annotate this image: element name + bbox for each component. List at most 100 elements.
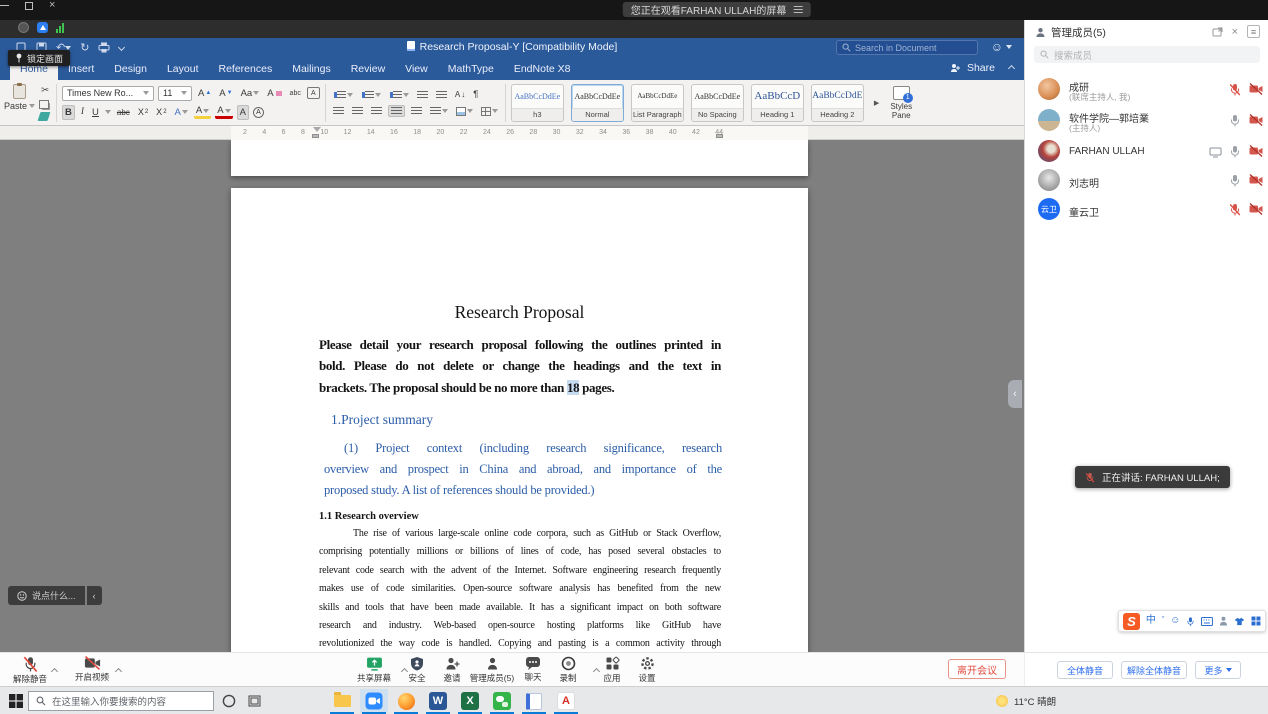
tab-view[interactable]: View [395,59,438,80]
superscript-button[interactable]: X2 [154,106,168,118]
first-line-indent-marker[interactable] [313,127,321,132]
leave-meeting-button[interactable]: 离开会议 [948,659,1006,679]
taskbar-app-tencent-meeting[interactable] [360,689,388,713]
borders-button[interactable] [479,106,500,117]
skin-shirt-icon[interactable] [1234,617,1245,626]
mic-icon[interactable] [1229,114,1241,127]
cut-button[interactable]: ✂ [39,84,51,97]
panel-close-icon[interactable]: × [1232,26,1238,38]
mic-icon[interactable] [1229,145,1241,158]
settings-button[interactable]: 设置 [619,656,675,684]
taskbar-app-file-explorer[interactable] [328,689,356,713]
mic-muted-icon[interactable] [1229,203,1241,216]
member-row[interactable]: 软件学院—郭培業 (主持人) [1025,106,1268,135]
font-size-select[interactable]: 11 [158,86,192,101]
chat-collapse-icon[interactable]: ‹ [87,586,102,605]
taskbar-app-word[interactable]: W [424,689,452,713]
camera-off-icon[interactable] [1249,145,1263,157]
tab-mailings[interactable]: Mailings [282,59,341,80]
camera-off-icon[interactable] [1249,203,1263,215]
input-mode-indicator[interactable]: 中 [1146,616,1156,626]
italic-button[interactable]: I [79,106,86,118]
paste-button[interactable]: Paste [4,84,35,121]
panel-collapse-handle[interactable]: ‹ [1008,380,1022,408]
distribute-button[interactable] [409,106,424,116]
outdent-button[interactable] [415,90,430,100]
doc-search-box[interactable]: Search in Document [836,40,978,55]
page-previous[interactable] [231,140,808,176]
pilcrow-button[interactable]: ¶ [471,88,480,101]
enclose-char-button[interactable]: A [253,107,264,118]
underline-button[interactable]: U [90,106,101,119]
taskbar-app-wechat[interactable] [488,689,516,713]
member-row[interactable]: 刘志明 [1025,166,1268,195]
camera-off-icon[interactable] [1249,83,1263,95]
voice-input-icon[interactable] [1186,616,1195,627]
member-row[interactable]: FARHAN ULLAH [1025,137,1268,166]
mute-all-button[interactable]: 全体静音 [1057,661,1113,679]
watching-banner[interactable]: 您正在观看FARHAN ULLAH的屏幕 [623,2,811,17]
banner-menu-icon[interactable] [793,6,802,13]
align-center-button[interactable] [350,106,365,116]
sort-button[interactable]: A↓ [453,89,467,100]
shading-button[interactable]: A [237,105,249,120]
punctuation-icon[interactable]: ’ [1162,616,1164,626]
highlight-button[interactable]: A [194,106,211,119]
tab-endnote[interactable]: EndNote X8 [504,59,581,80]
style-normal[interactable]: AaBbCcDdEeNormal [571,84,624,122]
share-button[interactable]: Share [967,62,995,74]
camera-off-icon[interactable] [1249,114,1263,126]
panel-menu-icon[interactable]: ≡ [1247,25,1260,38]
format-painter-icon[interactable] [38,112,51,121]
start-video-button[interactable]: 开启视频 [64,656,120,683]
char-border-button[interactable]: A [307,87,320,99]
quick-chat-bubble[interactable]: 说点什么... ‹ [8,586,102,605]
popout-icon[interactable] [1212,27,1223,37]
underline-caret-icon[interactable] [105,110,111,114]
feedback-smiley[interactable]: ☺ [991,40,1012,54]
grow-font-button[interactable]: A▲ [196,87,213,100]
cortana-icon[interactable] [222,694,236,708]
unmute-button[interactable]: 解除静音 [2,656,58,685]
keyboard-icon[interactable] [1201,617,1213,626]
styles-more-icon[interactable]: ▶ [874,99,879,107]
sogou-logo-icon[interactable]: S [1123,613,1140,630]
clear-format-button[interactable]: A [265,87,283,100]
toolbox-grid-icon[interactable] [1251,616,1261,626]
shrink-font-button[interactable]: A▼ [217,87,234,100]
tab-design[interactable]: Design [104,59,157,80]
taskbar-app-pdf-reader[interactable]: A [552,689,580,713]
phonetic-guide-button[interactable]: abc [288,89,303,98]
mic-icon[interactable] [1229,174,1241,187]
styles-pane-button[interactable]: 1 Styles Pane [886,86,916,120]
align-right-button[interactable] [369,106,384,116]
tab-references[interactable]: References [209,59,283,80]
more-button[interactable]: 更多 [1195,661,1241,679]
align-left-button[interactable] [331,106,346,116]
indent-button[interactable] [434,90,449,100]
line-spacing-button[interactable] [428,106,450,116]
subscript-button[interactable]: X2 [136,106,150,118]
tab-review[interactable]: Review [341,59,395,80]
style-heading2[interactable]: AaBbCcDdEHeading 2 [811,84,864,122]
tab-mathtype[interactable]: MathType [438,59,504,80]
multilevel-list-button[interactable] [387,90,411,100]
task-view-icon[interactable] [248,695,261,707]
taskbar-search[interactable]: 在这里输入你要搜索的内容 [28,691,214,711]
left-indent-marker[interactable] [312,134,319,138]
taskbar-app-notes[interactable] [520,689,548,713]
member-row[interactable]: 云卫 童云卫 [1025,195,1268,224]
shading-fill-button[interactable] [454,106,475,117]
style-heading1[interactable]: AaBbCcDHeading 1 [751,84,804,122]
text-effects-button[interactable]: A [173,106,190,119]
change-case-button[interactable]: Aa [239,87,262,100]
right-indent-marker[interactable] [716,134,723,138]
mic-muted-icon[interactable] [1229,83,1241,96]
skin-person-icon[interactable] [1219,616,1228,626]
font-color-button[interactable]: A [215,106,232,119]
copy-icon[interactable] [39,100,49,109]
member-search-box[interactable]: 搜索成员 [1034,46,1260,63]
sogou-input-bar[interactable]: S 中 ’ ☺ [1118,610,1266,632]
style-no-spacing[interactable]: AaBbCcDdEeNo Spacing [691,84,744,122]
camera-off-icon[interactable] [1249,174,1263,186]
